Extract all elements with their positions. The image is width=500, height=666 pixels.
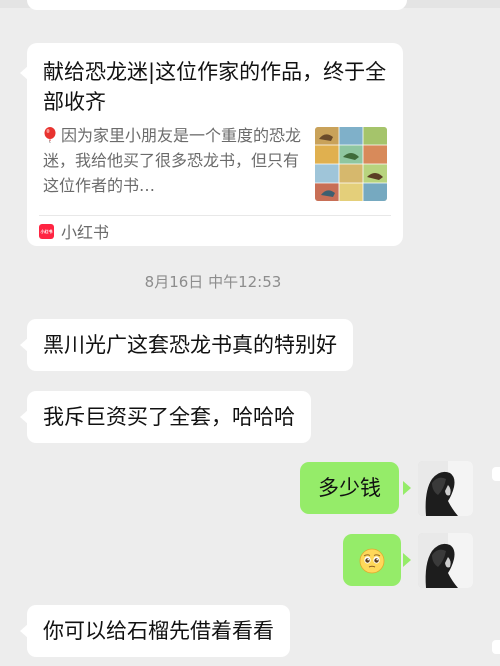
share-card[interactable]: 献给恐龙迷|这位作家的作品，终于全部收齐 因为家里小朋友是一个重度的恐龙迷，我给… <box>27 43 403 246</box>
previous-message-partial[interactable] <box>27 0 407 10</box>
incoming-message-bubble[interactable]: 我斥巨资买了全套，哈哈哈 <box>27 391 311 443</box>
avatar[interactable] <box>418 461 473 516</box>
bubble-tail <box>403 481 411 495</box>
share-card-source: 小红书 小红书 <box>39 219 109 243</box>
avatar[interactable] <box>418 533 473 588</box>
balloon-icon <box>44 127 56 143</box>
share-card-description: 因为家里小朋友是一个重度的恐龙迷，我给他买了很多恐龙书，但只有这位作者的书… <box>43 123 305 198</box>
message-text: 我斥巨资买了全套，哈哈哈 <box>43 405 295 429</box>
user-avatar-image <box>418 461 473 516</box>
edge-mark <box>492 467 500 481</box>
share-card-title: 献给恐龙迷|这位作家的作品，终于全部收齐 <box>43 60 387 114</box>
message-timestamp: 8月16日 中午12:53 <box>144 273 282 291</box>
bubble-tail <box>403 553 411 567</box>
share-card-source-label: 小红书 <box>61 223 110 242</box>
outgoing-emoji-bubble[interactable] <box>343 534 401 586</box>
xiaohongshu-logo-icon: 小红书 <box>39 223 54 239</box>
message-text: 黑川光广这套恐龙书真的特别好 <box>43 333 337 357</box>
pleading-face-emoji-icon <box>359 548 385 574</box>
book-cover-thumbnail <box>315 127 387 201</box>
message-text: 你可以给石榴先借着看看 <box>43 619 274 643</box>
edge-mark <box>492 640 500 654</box>
outgoing-message-bubble[interactable]: 多少钱 <box>300 462 399 514</box>
dinosaur-books-image <box>315 127 387 201</box>
share-card-description-text: 因为家里小朋友是一个重度的恐龙迷，我给他买了很多恐龙书，但只有这位作者的书… <box>43 126 302 195</box>
share-card-divider <box>39 215 391 216</box>
incoming-message-bubble[interactable]: 黑川光广这套恐龙书真的特别好 <box>27 319 353 371</box>
message-text: 多少钱 <box>318 476 381 500</box>
chat-screen: 献给恐龙迷|这位作家的作品，终于全部收齐 因为家里小朋友是一个重度的恐龙迷，我给… <box>0 0 500 666</box>
user-avatar-image <box>418 533 473 588</box>
incoming-message-bubble[interactable]: 你可以给石榴先借着看看 <box>27 605 290 657</box>
